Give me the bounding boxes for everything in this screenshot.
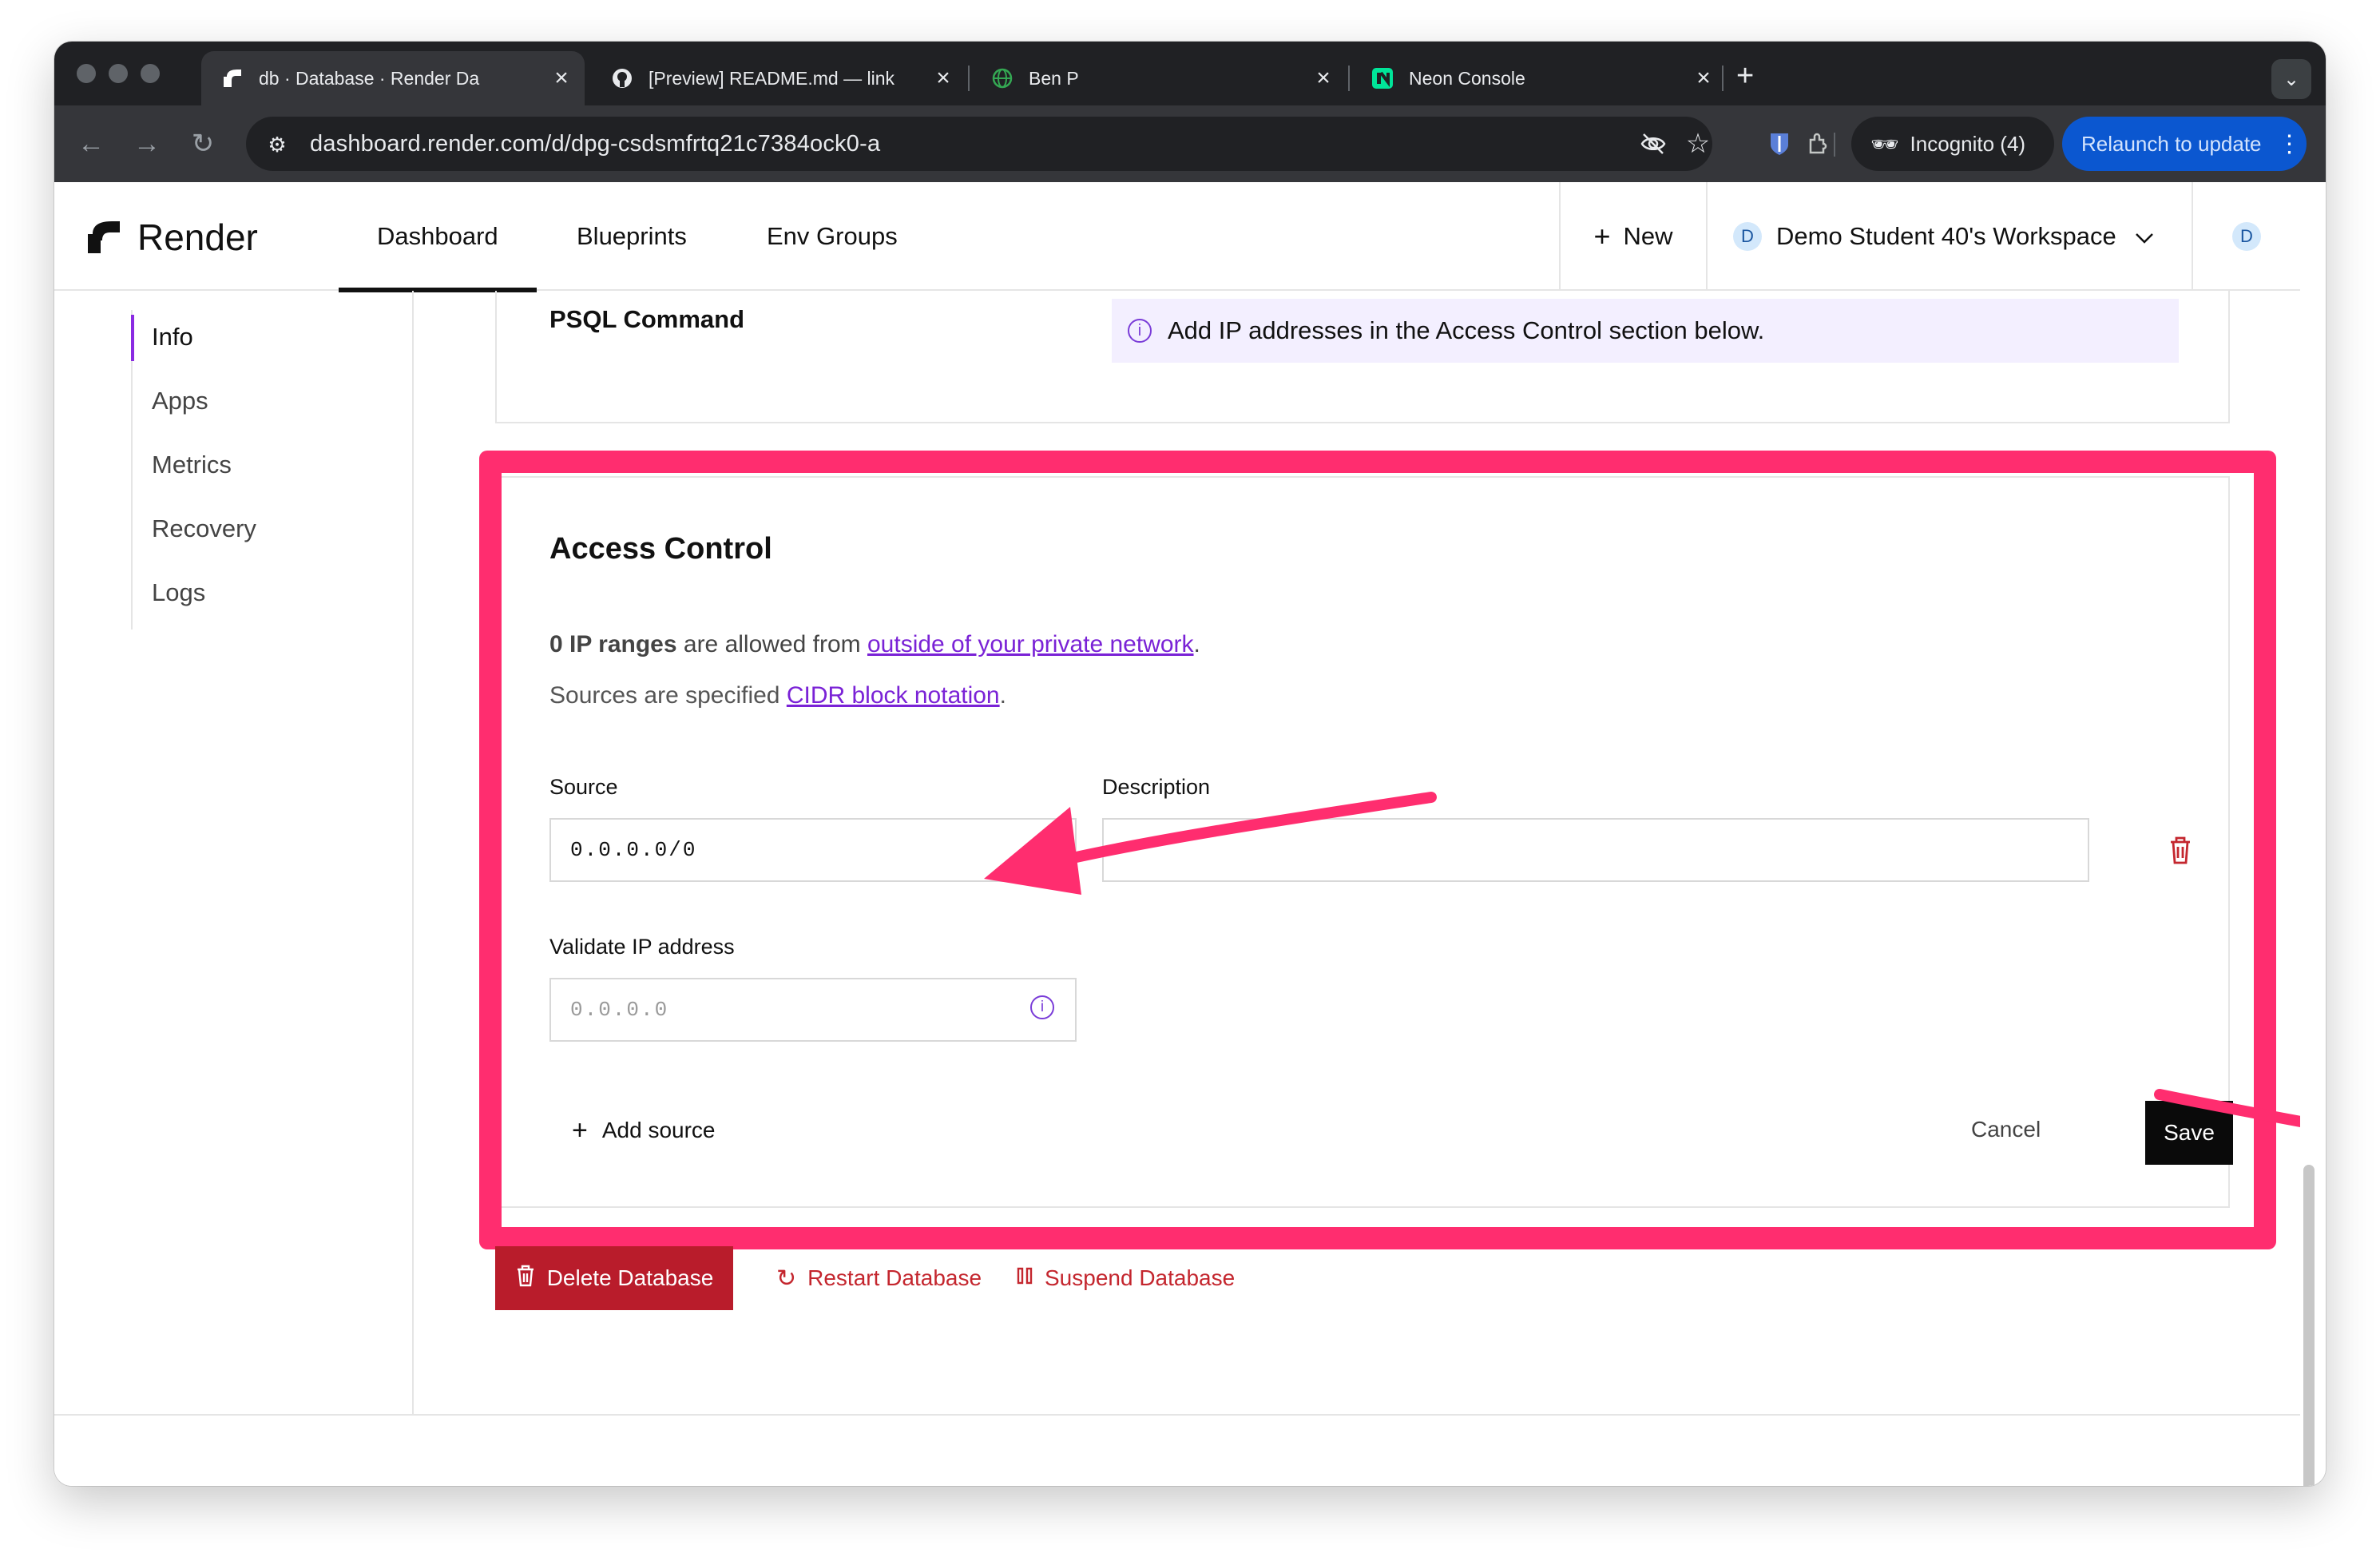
relaunch-label: Relaunch to update xyxy=(2081,131,2262,156)
new-tab-icon[interactable]: + xyxy=(1736,61,1754,91)
browser-window: db · Database · Render Da × [Preview] RE… xyxy=(54,42,2326,1486)
maximize-window-icon[interactable] xyxy=(141,64,160,83)
annotation-arrows xyxy=(984,792,2300,1127)
tab-search-icon[interactable]: ⌄ xyxy=(2271,59,2311,99)
close-tab-icon[interactable]: × xyxy=(548,65,575,92)
tab-title: Neon Console xyxy=(1409,67,1525,89)
render-logo-icon xyxy=(88,221,120,253)
tab-bar: db · Database · Render Da × [Preview] RE… xyxy=(54,42,2326,105)
render-logo-icon xyxy=(220,66,244,90)
user-menu[interactable]: D xyxy=(2192,182,2300,291)
close-tab-icon[interactable]: × xyxy=(1690,65,1717,92)
tab-readme-preview[interactable]: [Preview] README.md — link × xyxy=(591,51,966,105)
tab-title: db · Database · Render Da xyxy=(259,67,480,89)
workspace-avatar: D xyxy=(1733,222,1762,251)
tab-render-database[interactable]: db · Database · Render Da × xyxy=(201,51,585,105)
url-text: dashboard.render.com/d/dpg-csdsmfrtq21c7… xyxy=(310,131,881,157)
tab-divider xyxy=(1348,66,1350,91)
close-tab-icon[interactable]: × xyxy=(1310,65,1337,92)
scrollbar-thumb[interactable] xyxy=(2303,1165,2315,1486)
relaunch-button[interactable]: Relaunch to update ⋮ xyxy=(2062,117,2307,171)
new-button[interactable]: + New xyxy=(1559,182,1706,291)
incognito-indicator[interactable]: 🕶 Incognito (4) xyxy=(1851,117,2054,171)
more-menu-icon: ⋮ xyxy=(2277,130,2302,157)
bookmark-star-icon[interactable]: ☆ xyxy=(1682,128,1714,160)
user-avatar: D xyxy=(2232,222,2261,251)
workspace-name: Demo Student 40's Workspace xyxy=(1776,222,2116,250)
nav-dashboard[interactable]: Dashboard xyxy=(339,182,537,292)
back-icon[interactable]: ← xyxy=(69,121,113,166)
new-label: New xyxy=(1623,222,1673,250)
nav-env-groups[interactable]: Env Groups xyxy=(767,182,898,291)
tab-ben-p[interactable]: Ben P × xyxy=(971,51,1347,105)
tab-divider xyxy=(1722,66,1724,91)
browser-toolbar: ← → ↻ ⚙ dashboard.render.com/d/dpg-csdsm… xyxy=(54,105,2326,182)
close-window-icon[interactable] xyxy=(77,64,96,83)
sidebar-item-metrics[interactable]: Metrics xyxy=(152,451,232,479)
tab-title: Ben P xyxy=(1029,67,1079,89)
sidebar-item-apps[interactable]: Apps xyxy=(152,387,208,415)
forward-icon[interactable]: → xyxy=(125,121,169,166)
toolbar-divider xyxy=(1834,133,1835,157)
render-brand[interactable]: Render xyxy=(86,216,258,259)
brand-name: Render xyxy=(137,216,258,258)
close-tab-icon[interactable]: × xyxy=(930,65,957,92)
reload-icon[interactable]: ↻ xyxy=(180,121,225,166)
render-app: Render Dashboard Blueprints Env Groups +… xyxy=(54,182,2326,1486)
tab-divider xyxy=(968,66,970,91)
address-bar[interactable]: ⚙ dashboard.render.com/d/dpg-csdsmfrtq21… xyxy=(246,117,1712,171)
github-icon xyxy=(610,66,634,90)
sidebar-item-logs[interactable]: Logs xyxy=(152,578,205,607)
extensions-puzzle-icon[interactable] xyxy=(1800,126,1835,161)
tab-neon-console[interactable]: Neon Console × xyxy=(1351,51,1727,105)
incognito-label: Incognito (4) xyxy=(1910,131,2026,156)
chevron-down-icon xyxy=(2134,222,2155,251)
incognito-icon: 🕶 xyxy=(1870,131,1899,157)
bitwarden-icon[interactable] xyxy=(1762,126,1797,161)
annotation-arrow-save xyxy=(2154,1089,2300,1127)
workspace-switcher[interactable]: D Demo Student 40's Workspace xyxy=(1706,182,2192,291)
eye-off-icon[interactable] xyxy=(1637,128,1669,160)
globe-icon xyxy=(990,66,1014,90)
nav-blueprints[interactable]: Blueprints xyxy=(577,182,687,291)
site-settings-icon[interactable]: ⚙ xyxy=(264,131,291,158)
minimize-window-icon[interactable] xyxy=(109,64,128,83)
sidebar: Info Apps Metrics Recovery Logs xyxy=(54,291,414,1414)
tab-title: [Preview] README.md — link xyxy=(649,67,895,89)
annotation-arrow-source xyxy=(984,792,1437,895)
sidebar-item-info[interactable]: Info xyxy=(131,315,193,361)
page-footer xyxy=(54,1414,2300,1486)
app-header: Render Dashboard Blueprints Env Groups +… xyxy=(54,182,2300,292)
neon-icon xyxy=(1370,66,1394,90)
sidebar-item-recovery[interactable]: Recovery xyxy=(152,514,256,543)
main-content: PSQL Command i Add IP addresses in the A… xyxy=(415,291,2300,1414)
plus-icon: + xyxy=(1593,220,1611,252)
